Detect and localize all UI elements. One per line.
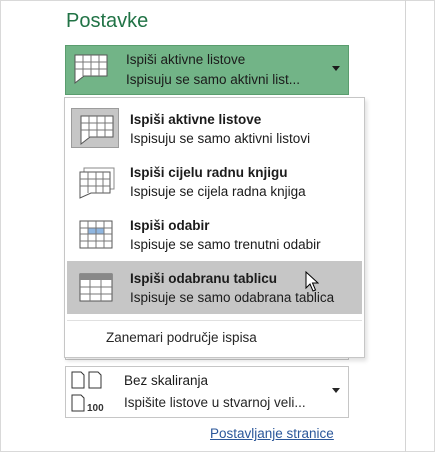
menu-item-subtitle: Ispisuje se cijela radna knjiga (130, 184, 306, 199)
active-sheets-icon (71, 108, 119, 148)
menu-item-title: Ispiši odabranu tablicu (130, 271, 278, 286)
chevron-down-icon (332, 388, 340, 393)
mouse-pointer-icon (305, 270, 320, 298)
selection-icon (71, 214, 119, 254)
page-setup-link[interactable]: Postavljanje stranice (210, 426, 334, 441)
scaling-title: Bez skaliranja (124, 373, 209, 388)
print-what-subtitle: Ispisuju se samo aktivni list... (126, 72, 301, 87)
ignore-print-area-option[interactable]: Zanemari područje ispisa (106, 330, 257, 345)
print-what-dropdown[interactable]: Ispiši aktivne listove Ispisuju se samo … (65, 45, 349, 95)
active-sheets-icon (74, 54, 108, 89)
scale-percent-text: 100 (87, 403, 104, 413)
menu-item-selection[interactable]: Ispiši odabir Ispisuje se samo trenutni … (67, 208, 362, 261)
workbook-icon (71, 161, 119, 201)
menu-item-subtitle: Ispisuje se samo trenutni odabir (130, 237, 321, 252)
table-icon (71, 267, 119, 307)
divider (405, 0, 406, 452)
menu-item-title: Ispiši odabir (130, 218, 210, 233)
menu-item-entire-workbook[interactable]: Ispiši cijelu radnu knjigu Ispisuje se c… (67, 155, 362, 208)
scaling-subtitle: Ispišite listove u stvarnoj veli... (124, 395, 306, 410)
print-what-title: Ispiši aktivne listove (126, 52, 246, 67)
menu-item-active-sheets[interactable]: Ispiši aktivne listove Ispisuju se samo … (67, 102, 362, 155)
no-scaling-icon: 100 (70, 371, 114, 418)
scaling-dropdown[interactable]: 100 Bez skaliranja Ispišite listove u st… (65, 366, 349, 418)
print-what-menu: Ispiši aktivne listove Ispisuju se samo … (64, 97, 365, 358)
menu-item-subtitle: Ispisuje se samo odabrana tablica (130, 290, 335, 305)
menu-item-title: Ispiši cijelu radnu knjigu (130, 165, 288, 180)
menu-separator (67, 320, 362, 321)
menu-item-title: Ispiši aktivne listove (130, 112, 262, 127)
chevron-down-icon (332, 66, 340, 71)
menu-item-subtitle: Ispisuju se samo aktivni listovi (130, 131, 311, 146)
section-title: Postavke (66, 10, 149, 32)
